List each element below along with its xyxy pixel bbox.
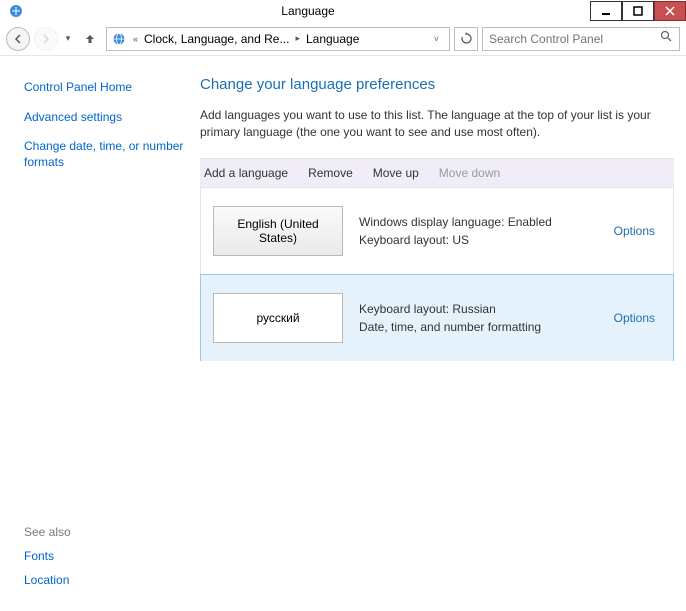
body: Control Panel Home Advanced settings Cha… (0, 56, 686, 611)
breadcrumb-parent[interactable]: Clock, Language, and Re... (144, 32, 289, 46)
back-button[interactable] (6, 27, 30, 51)
see-also-fonts[interactable]: Fonts (24, 549, 186, 563)
chevron-left-icon: « (131, 34, 140, 44)
page-title: Change your language preferences (200, 76, 674, 93)
see-also-location[interactable]: Location (24, 573, 186, 587)
close-button[interactable] (654, 1, 686, 21)
see-also-heading: See also (24, 525, 186, 539)
sidebar-advanced-settings[interactable]: Advanced settings (24, 110, 186, 126)
globe-icon (111, 31, 127, 47)
remove-button[interactable]: Remove (308, 166, 353, 180)
language-details: Windows display language: EnabledKeyboar… (359, 213, 598, 249)
sidebar-date-time-formats[interactable]: Change date, time, or number formats (24, 139, 186, 170)
language-details: Keyboard layout: RussianDate, time, and … (359, 300, 598, 336)
address-field[interactable]: « Clock, Language, and Re... ▸ Language … (106, 27, 450, 51)
sidebar-control-panel-home[interactable]: Control Panel Home (24, 80, 186, 96)
main-content: Change your language preferences Add lan… (200, 56, 686, 611)
language-item[interactable]: русский Keyboard layout: RussianDate, tim… (200, 274, 674, 361)
control-panel-icon (6, 1, 26, 21)
move-up-button[interactable]: Move up (373, 166, 419, 180)
sidebar: Control Panel Home Advanced settings Cha… (0, 56, 200, 611)
titlebar: Language (0, 0, 686, 22)
language-options-link[interactable]: Options (614, 224, 661, 238)
language-item[interactable]: English (United States) Windows display l… (201, 188, 673, 275)
breadcrumb-current[interactable]: Language (306, 32, 359, 46)
minimize-button[interactable] (590, 1, 622, 21)
language-list: English (United States) Windows display l… (200, 188, 674, 361)
intro-text: Add languages you want to use to this li… (200, 107, 674, 142)
search-icon[interactable] (660, 30, 673, 48)
address-dropdown-icon[interactable]: ˅ (428, 34, 445, 44)
history-dropdown-icon[interactable]: ▾ (62, 33, 74, 44)
language-toolbar: Add a language Remove Move up Move down (200, 158, 674, 188)
search-input[interactable] (489, 32, 660, 46)
window-buttons (590, 1, 686, 21)
window-title: Language (26, 4, 590, 18)
search-box[interactable] (482, 27, 680, 51)
language-name-box: русский (213, 293, 343, 343)
refresh-button[interactable] (454, 27, 478, 51)
maximize-button[interactable] (622, 1, 654, 21)
address-bar: ▾ « Clock, Language, and Re... ▸ Languag… (0, 22, 686, 56)
chevron-right-icon[interactable]: ▸ (293, 33, 302, 44)
forward-button[interactable] (34, 27, 58, 51)
see-also: See also Fonts Location (24, 525, 186, 597)
move-down-button: Move down (439, 166, 500, 180)
language-name-box: English (United States) (213, 206, 343, 256)
language-window: Language ▾ « Clock, Language, and Re... … (0, 0, 686, 611)
language-options-link[interactable]: Options (614, 311, 661, 325)
up-button[interactable] (78, 27, 102, 51)
add-language-button[interactable]: Add a language (204, 166, 288, 180)
